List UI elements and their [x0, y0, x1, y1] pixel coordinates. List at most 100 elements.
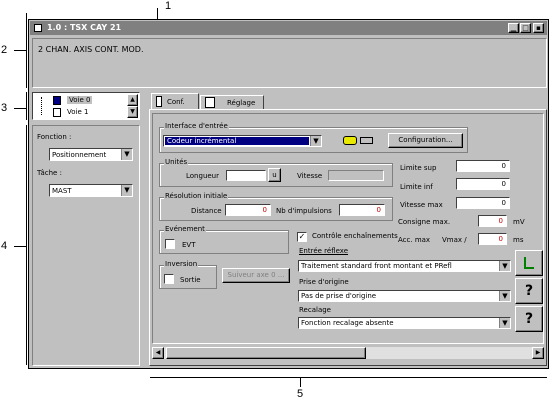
channel-1-icon [53, 108, 61, 117]
fonction-label: Fonction : [37, 133, 72, 141]
tab-reglage[interactable]: Réglage [200, 95, 264, 109]
longueur-field[interactable] [226, 170, 266, 181]
nb-impulsions-field[interactable]: 0 [339, 204, 385, 216]
recalage-select[interactable]: Fonction recalage absente ▼ [298, 317, 511, 329]
callout-5: 5 [297, 388, 304, 400]
horizontal-scrollbar[interactable]: ◀ ▶ [152, 347, 544, 359]
entree-reflexe-select[interactable]: Traitement standard front montant et PRe… [298, 260, 511, 272]
callout-bracket-2 [14, 50, 26, 51]
tache-value: MAST [52, 187, 72, 195]
scroll-down-button[interactable]: ▼ [127, 106, 138, 118]
consigne-unit: mV [513, 218, 525, 226]
longueur-label: Longueur [186, 172, 219, 180]
entree-reflexe-label: Entrée réflexe [299, 247, 349, 255]
vitesse-max-label: Vitesse max [400, 201, 443, 209]
distance-value: 0 [262, 206, 267, 214]
distance-field[interactable]: 0 [225, 204, 271, 216]
limite-inf-value: 0 [501, 180, 506, 188]
unites-group: Unités Longueur u Vitesse [159, 158, 393, 187]
prise-origine-value: Pas de prise d'origine [301, 292, 377, 300]
tab-reglage-label: Réglage [227, 99, 256, 107]
limite-sup-label: Limite sup [400, 164, 437, 172]
callout-4: 4 [1, 240, 8, 252]
maximize-button[interactable]: □ [520, 23, 531, 33]
question-icon: ? [524, 311, 534, 327]
minimize-button[interactable]: ▁ [508, 23, 519, 33]
fonction-value: Positionnement [52, 151, 107, 159]
vitesse-field [328, 170, 384, 181]
unites-title: Unités [164, 158, 189, 166]
function-panel: Fonction : Positionnement ▼ Tâche : MAST… [32, 125, 140, 366]
vitesse-label: Vitesse [297, 172, 323, 180]
controle-checkbox[interactable]: ✓ [297, 232, 307, 242]
interface-group: Interface d'entrée Codeur incrémental ▼ … [159, 122, 468, 153]
consigne-max-field[interactable]: 0 [478, 215, 507, 227]
chevron-down-icon[interactable]: ▼ [499, 261, 510, 271]
encoder-icon [343, 136, 357, 145]
acc-max-value: 0 [498, 235, 503, 243]
channel-item-1[interactable]: Voie 1 [39, 107, 123, 118]
prise-origine-select[interactable]: Pas de prise d'origine ▼ [298, 290, 511, 302]
channel-list[interactable]: Voie 0 Voie 1 ▲ ▼ [32, 92, 140, 120]
evenement-group: Evénement EVT [159, 225, 289, 254]
tab-conf[interactable]: Conf. [151, 93, 199, 110]
interface-value: Codeur incrémental [167, 137, 237, 145]
vitesse-max-field[interactable]: 0 [456, 197, 510, 209]
tache-select[interactable]: MAST ▼ [49, 184, 133, 197]
limite-inf-label: Limite inf [400, 183, 433, 191]
evt-checkbox[interactable] [165, 239, 175, 249]
limite-sup-field[interactable]: 0 [456, 160, 510, 172]
channel-0-label: Voie 0 [67, 96, 93, 104]
title-bar[interactable]: 1.0 : TSX CAY 21 ▁ □ ▪ [30, 21, 547, 35]
callout-3: 3 [1, 102, 8, 114]
prise-origine-help-button[interactable]: ? [515, 278, 543, 304]
sortie-label: Sortie [180, 276, 201, 284]
chevron-down-icon[interactable]: ▼ [310, 136, 321, 146]
scroll-thumb[interactable] [166, 347, 366, 359]
nb-impulsions-value: 0 [376, 206, 381, 214]
step-arrow-icon [524, 257, 534, 269]
callout-1: 1 [165, 0, 172, 12]
vmax-label: Vmax / [442, 236, 467, 244]
resolution-group: Résolution initiale Distance 0 Nb d'impu… [159, 192, 393, 221]
fonction-select[interactable]: Positionnement ▼ [49, 148, 133, 161]
consigne-max-value: 0 [498, 217, 503, 225]
entree-reflexe-help-button[interactable] [515, 250, 543, 276]
config-panel: Interface d'entrée Codeur incrémental ▼ … [149, 109, 547, 366]
suiveur-axe-button[interactable]: Suiveur axe 0 ... [222, 268, 290, 283]
scroll-left-button[interactable]: ◀ [152, 347, 164, 359]
limite-inf-field[interactable]: 0 [456, 178, 510, 190]
scroll-up-button[interactable]: ▲ [127, 94, 138, 106]
acc-unit: ms [513, 236, 524, 244]
vitesse-max-value: 0 [501, 199, 506, 207]
question-icon: ? [524, 283, 534, 299]
recalage-label: Recalage [299, 306, 331, 314]
window-title: 1.0 : TSX CAY 21 [47, 23, 122, 32]
entree-reflexe-value: Traitement standard front montant et PRe… [301, 262, 452, 270]
module-description-area: 2 CHAN. AXIS CONT. MOD. [32, 38, 547, 88]
controle-label: Contrôle enchaînements [312, 232, 398, 240]
configuration-button[interactable]: Configuration... [388, 133, 463, 148]
chevron-down-icon[interactable]: ▼ [121, 185, 132, 196]
chevron-down-icon[interactable]: ▼ [499, 318, 510, 328]
recalage-value: Fonction recalage absente [301, 319, 394, 327]
close-button[interactable]: ▪ [533, 23, 544, 33]
longueur-unit-button[interactable]: u [268, 168, 281, 182]
evenement-title: Evénement [164, 225, 206, 233]
conf-tab-icon [156, 96, 162, 107]
recalage-help-button[interactable]: ? [515, 306, 543, 332]
acc-max-field[interactable]: 0 [478, 233, 507, 245]
interface-select[interactable]: Codeur incrémental ▼ [163, 135, 322, 147]
chevron-down-icon[interactable]: ▼ [121, 149, 132, 160]
channel-1-label: Voie 1 [67, 108, 89, 116]
connector-icon [360, 137, 373, 144]
sortie-checkbox[interactable] [164, 274, 174, 284]
prise-origine-label: Prise d'origine [299, 278, 349, 286]
resolution-title: Résolution initiale [164, 192, 229, 200]
channel-item-0[interactable]: Voie 0 [39, 95, 123, 106]
consigne-max-label: Consigne max. [398, 218, 451, 226]
scroll-right-button[interactable]: ▶ [532, 347, 544, 359]
evt-label: EVT [182, 241, 196, 249]
window-icon [34, 24, 42, 32]
chevron-down-icon[interactable]: ▼ [499, 291, 510, 301]
